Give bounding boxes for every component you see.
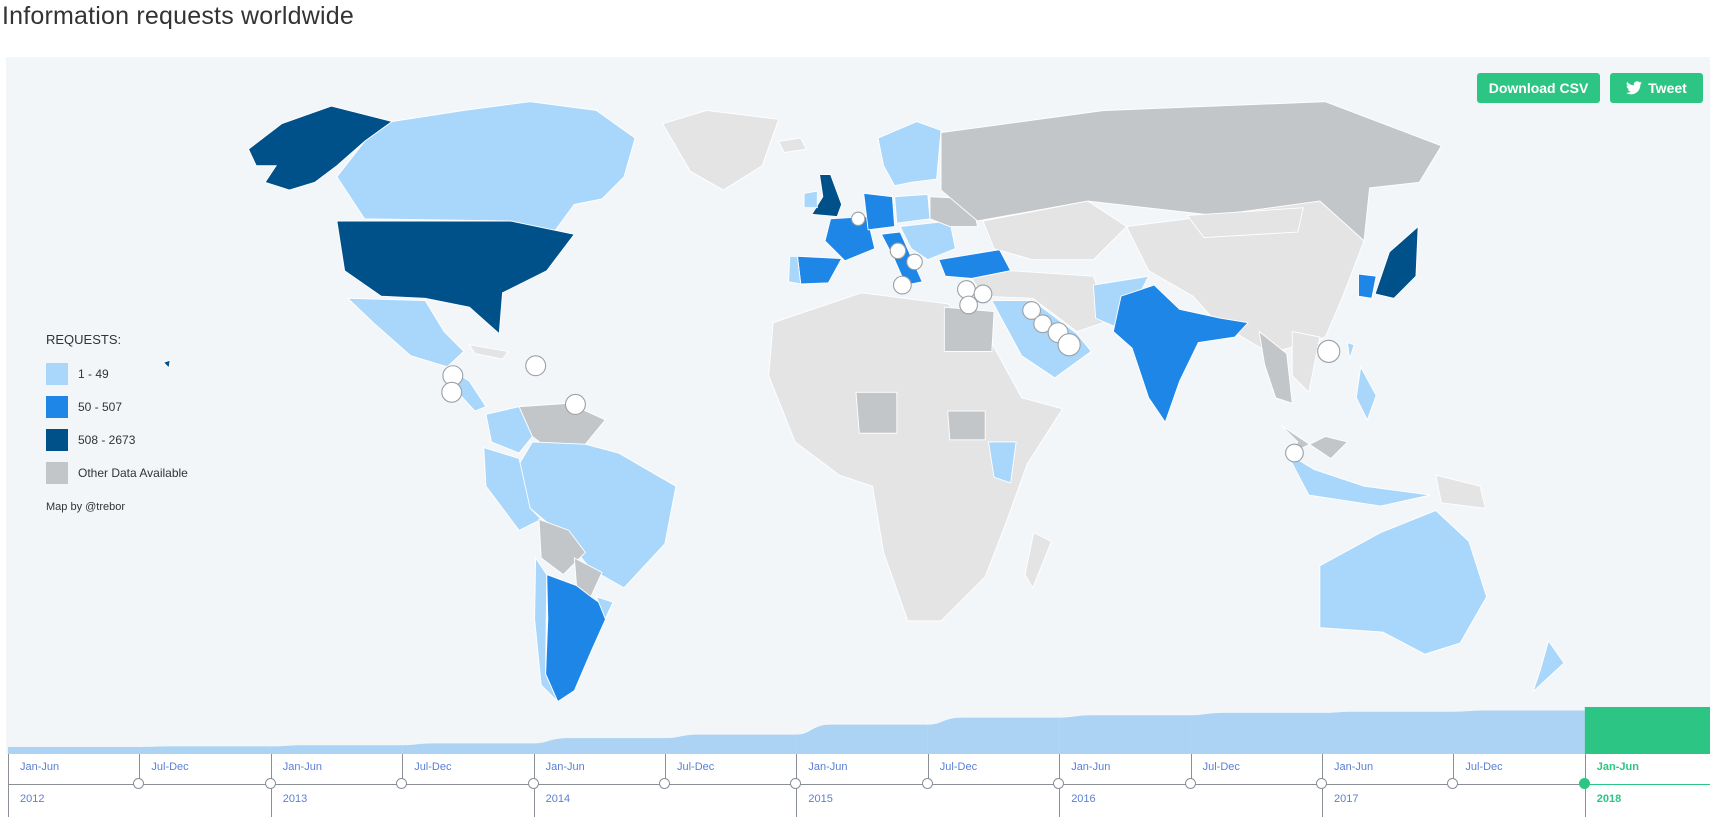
country-ireland[interactable]: [803, 190, 818, 209]
country-germany[interactable]: [863, 192, 896, 231]
legend: REQUESTS: 1 - 49 50 - 507 508 - 2673 Oth…: [46, 332, 188, 513]
country-new-zealand[interactable]: [1532, 639, 1565, 693]
country-venezuela[interactable]: [518, 402, 606, 448]
area-segment[interactable]: [1190, 712, 1322, 754]
marker-lebanon[interactable]: [973, 284, 993, 304]
legend-swatch: [46, 395, 68, 418]
country-poland[interactable]: [894, 194, 931, 224]
timeline-year-label[interactable]: 2014: [546, 793, 570, 805]
country-nigeria[interactable]: [855, 391, 898, 434]
marker-trinidad[interactable]: [564, 393, 586, 415]
country-argentina[interactable]: [545, 573, 611, 703]
marker-hong-kong[interactable]: [1317, 339, 1341, 363]
tweet-button[interactable]: Tweet: [1610, 73, 1703, 103]
area-segment[interactable]: [665, 734, 797, 754]
timeline-period-label[interactable]: Jul-Dec: [1203, 761, 1240, 773]
timeline-node[interactable]: [264, 778, 276, 789]
country-south-sudan[interactable]: [947, 410, 986, 441]
download-csv-button[interactable]: Download CSV: [1477, 73, 1600, 103]
country-greenland[interactable]: [662, 110, 780, 191]
timeline-year-label[interactable]: 2013: [283, 793, 307, 805]
country-indonesia[interactable]: [1285, 451, 1431, 507]
country-korea[interactable]: [1358, 273, 1377, 299]
country-taiwan[interactable]: [1346, 341, 1355, 360]
marker-israel[interactable]: [959, 295, 979, 315]
country-vietnam[interactable]: [1291, 330, 1321, 394]
legend-item: Other Data Available: [46, 456, 188, 489]
legend-item: 50 - 507: [46, 390, 188, 423]
timeline-period-label[interactable]: Jul-Dec: [1465, 761, 1502, 773]
marker-puerto-rico[interactable]: [525, 355, 547, 377]
country-japan[interactable]: [1374, 225, 1419, 299]
marker-belgium[interactable]: [851, 211, 866, 226]
timeline-period-label[interactable]: Jul-Dec: [940, 761, 977, 773]
area-segment[interactable]: [1453, 710, 1585, 754]
timeline-year-label[interactable]: 2018: [1597, 793, 1621, 805]
timeline-year-label[interactable]: 2017: [1334, 793, 1358, 805]
country-madagascar[interactable]: [1024, 531, 1053, 589]
timeline-period-label[interactable]: Jul-Dec: [151, 761, 188, 773]
twitter-bird-icon: [1626, 81, 1643, 95]
area-segment[interactable]: [796, 724, 928, 754]
area-segment[interactable]: [139, 746, 271, 754]
area-segment[interactable]: [1059, 715, 1191, 754]
timeline-period-label[interactable]: Jan-Jun: [1071, 761, 1110, 773]
timeline-period-label[interactable]: Jan-Jun: [808, 761, 847, 773]
legend-title: REQUESTS:: [46, 332, 122, 347]
marker-el-salvador[interactable]: [441, 381, 463, 403]
marker-cyprus[interactable]: [957, 280, 976, 299]
legend-item: 508 - 2673: [46, 423, 188, 456]
timeline-node[interactable]: [527, 778, 539, 789]
country-cuba[interactable]: [468, 344, 509, 360]
timeline-year-label[interactable]: 2012: [20, 793, 44, 805]
legend-item: 1 - 49: [46, 357, 188, 390]
area-segment[interactable]: [533, 738, 665, 754]
country-philippines[interactable]: [1355, 365, 1377, 422]
timeline-node[interactable]: [921, 778, 933, 789]
area-segment[interactable]: [1322, 711, 1454, 754]
timeline-period-label[interactable]: Jan-Jun: [546, 761, 585, 773]
country-iceland[interactable]: [777, 137, 807, 153]
country-scandinavia[interactable]: [877, 121, 942, 187]
timeline-period-label[interactable]: Jan-Jun: [1334, 761, 1373, 773]
legend-swatch: [46, 362, 68, 385]
marker-singapore[interactable]: [1285, 443, 1304, 463]
timeline-year-label[interactable]: 2015: [808, 793, 832, 805]
timeline-node[interactable]: [1316, 778, 1327, 789]
timeline-period-label[interactable]: Jul-Dec: [414, 761, 451, 773]
timeline-node[interactable]: [659, 778, 670, 789]
area-segment[interactable]: [927, 717, 1060, 754]
timeline-period-label[interactable]: Jul-Dec: [677, 761, 714, 773]
world-map[interactable]: [0, 0, 1723, 821]
marker-malta[interactable]: [892, 275, 912, 295]
timeline-period-label[interactable]: Jan-Jun: [1597, 761, 1639, 773]
area-segment[interactable]: [1584, 707, 1710, 754]
legend-swatch: [46, 461, 68, 484]
area-segment[interactable]: [402, 743, 534, 754]
area-segment[interactable]: [8, 746, 140, 754]
timeline-node[interactable]: [1578, 778, 1590, 789]
country-australia[interactable]: [1319, 509, 1488, 655]
marker-slovenia[interactable]: [906, 253, 923, 271]
timeline-year-label[interactable]: 2016: [1071, 793, 1095, 805]
country-png[interactable]: [1435, 474, 1487, 509]
timeline-period-label[interactable]: Jan-Jun: [283, 761, 322, 773]
marker-switzerland[interactable]: [889, 242, 907, 260]
legend-swatch: [46, 428, 68, 451]
marker-uae[interactable]: [1057, 333, 1081, 357]
area-segment[interactable]: [270, 745, 403, 754]
country-mexico[interactable]: [346, 297, 465, 368]
country-spain[interactable]: [796, 255, 843, 285]
timeline-period-label[interactable]: Jan-Jun: [20, 761, 59, 773]
map-credit: Map by @trebor: [46, 501, 126, 513]
country-brazil[interactable]: [518, 441, 677, 589]
timeline-node[interactable]: [1184, 778, 1196, 789]
